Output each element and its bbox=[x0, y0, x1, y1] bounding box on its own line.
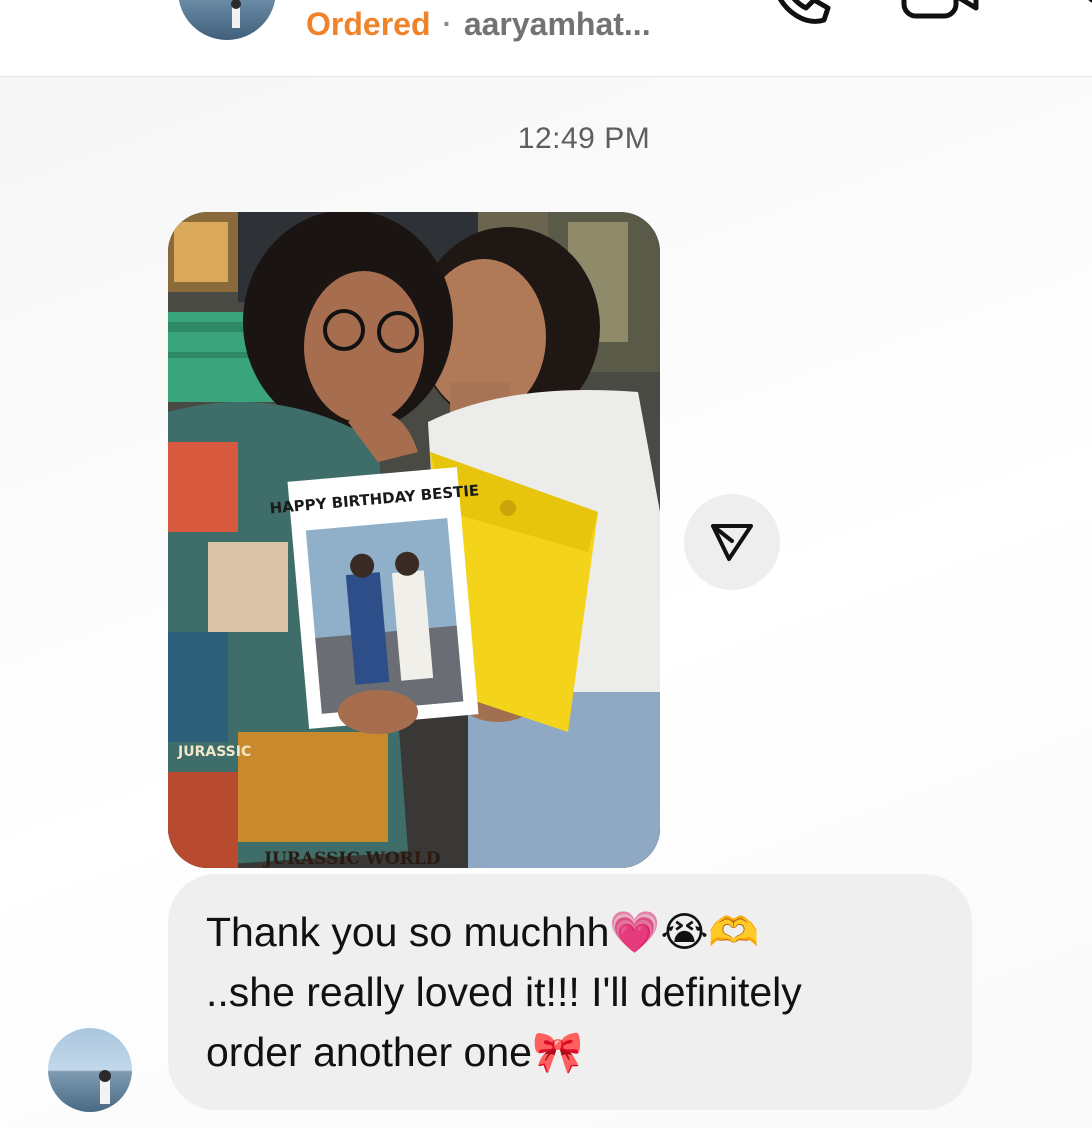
conversation-title[interactable]: Ordered · aaryamhat... bbox=[306, 4, 651, 44]
shirt-label: JURASSIC bbox=[177, 744, 251, 760]
title-separator: · bbox=[442, 8, 452, 39]
message-line: ..she really loved it!!! I'll definitely bbox=[206, 969, 802, 1015]
back-button[interactable] bbox=[72, 0, 132, 30]
info-button[interactable] bbox=[1052, 0, 1092, 30]
sender-avatar[interactable] bbox=[48, 1028, 132, 1112]
video-call-button[interactable] bbox=[898, 0, 980, 24]
chevron-left-icon bbox=[72, 0, 132, 30]
message-timestamp: 12:49 PM bbox=[517, 122, 651, 155]
send-icon bbox=[711, 524, 753, 561]
shirt-label: JURASSIC WORLD bbox=[262, 849, 441, 868]
chat-header: Ordered · aaryamhat... bbox=[0, 0, 1092, 77]
phone-icon bbox=[778, 0, 831, 24]
flag-icon bbox=[1088, 0, 1092, 3]
share-button[interactable] bbox=[684, 494, 780, 590]
status-label: Ordered bbox=[306, 5, 431, 42]
message-line: Thank you so muchhh💗😭🫶 bbox=[206, 909, 760, 955]
header-avatar[interactable] bbox=[178, 0, 276, 40]
shared-photo: HAPPY BIRTHDAY BESTIE JURASSIC JURASSIC … bbox=[168, 212, 660, 868]
message-bubble[interactable]: Thank you so muchhh💗😭🫶 ..she really love… bbox=[168, 874, 972, 1110]
voice-call-button[interactable] bbox=[766, 0, 836, 30]
video-camera-icon bbox=[901, 0, 979, 19]
username: aaryamhat... bbox=[463, 5, 651, 42]
photo-message[interactable]: HAPPY BIRTHDAY BESTIE JURASSIC JURASSIC … bbox=[168, 212, 660, 868]
message-line: order another one🎀 bbox=[206, 1029, 584, 1075]
